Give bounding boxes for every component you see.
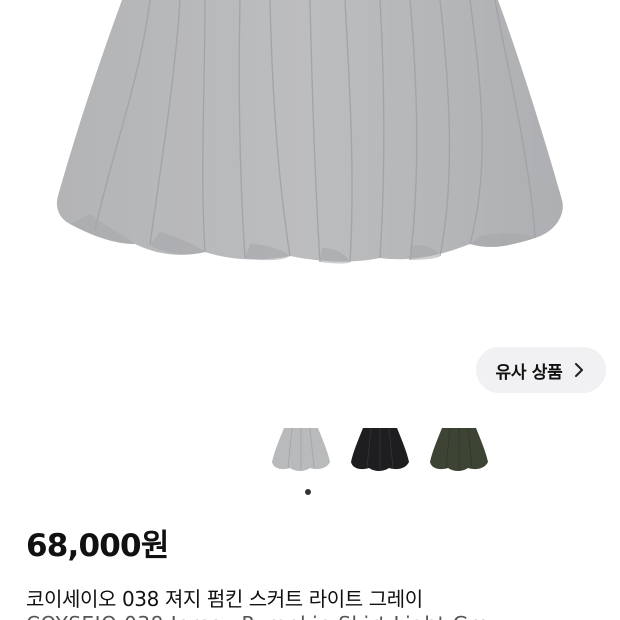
color-options [270,418,490,478]
color-option-light-gray[interactable] [270,418,332,478]
chevron-right-icon [572,363,586,377]
skirt-shape [56,0,563,262]
skirt-thumb-icon [351,427,409,471]
similar-products-label: 유사 상품 [495,362,563,383]
product-hero-image[interactable] [0,0,620,300]
product-price: 68,000원 [26,528,169,564]
pagination-dot-active[interactable] [305,489,311,495]
color-option-olive[interactable] [428,418,490,478]
color-option-black[interactable] [349,418,411,478]
product-page: 유사 상품 68,000원 코이세이오 038 져지 펌킨 스커트 라이트 그레… [0,0,620,620]
skirt-thumb-icon [430,427,488,471]
product-english-name: COYSEIO 038 Jersey Pumpkin Skirt Light G… [26,612,503,620]
gallery-pagination [305,489,311,495]
product-name: 코이세이오 038 져지 펌킨 스커트 라이트 그레이 [26,587,423,611]
similar-products-button[interactable]: 유사 상품 [476,347,606,393]
skirt-thumb-icon [272,427,330,471]
